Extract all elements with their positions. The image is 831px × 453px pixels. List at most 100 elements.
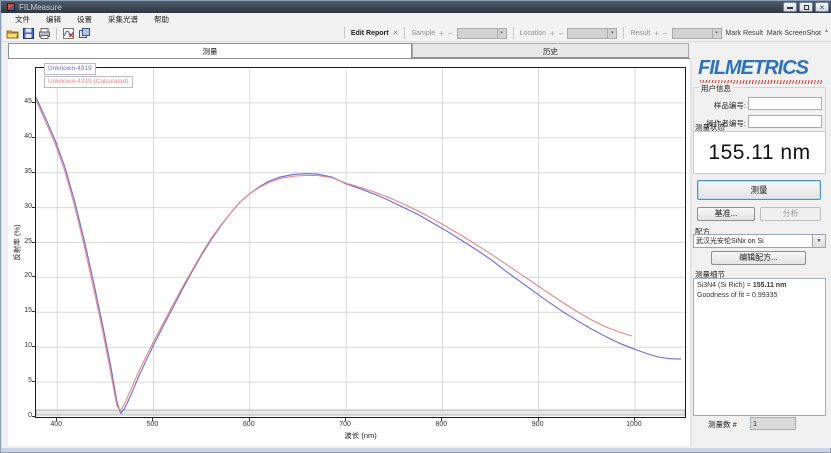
menu-item-settings[interactable]: 设置 [69,14,100,25]
result-remove-button[interactable]: − [663,29,668,38]
screenshot-icon[interactable] [78,27,91,40]
mark-screenshot-button[interactable]: Mark ScreenShot [767,30,821,37]
filmeasure-window: FILMeasure × 文件 编辑 设置 采集光谱 帮助 [0,0,831,453]
measurement-count-input[interactable] [750,417,796,430]
result-add-button[interactable]: + [654,29,659,38]
report-separator [404,27,405,39]
app-icon [7,3,15,11]
y-tick-label: 5 [14,377,32,384]
chevron-down-icon: ▾ [712,29,721,38]
y-tick-mark [32,381,35,382]
x-tick-label: 700 [330,421,360,428]
series-unknown-4319-calculated- [36,100,632,411]
x-tick-mark [249,418,250,421]
edit-report-button[interactable]: Edit Report [351,30,389,37]
recipe-select[interactable]: 武汉光安伦SiNx on Si ▼ [693,234,826,248]
title-bar: FILMeasure × [1,1,831,13]
close-icon: × [816,2,828,13]
y-tick-label: 10 [14,342,32,349]
print-icon[interactable] [38,27,51,40]
sample-remove-button[interactable]: − [448,29,453,38]
legend-entry: Unknown-4319 (Calculated) [44,76,133,88]
main-area: 测量 历史 Unknown-4319Unknown-4319 (Calculat… [2,42,831,448]
sample-add-button[interactable]: + [439,29,444,38]
control-panel: FILMETRICS 用户信息 样品编号: 操作者编号: 测量状态 155.11… [692,42,829,447]
y-tick-mark [32,102,35,103]
legend-entry: Unknown-4319 [44,63,96,75]
toolbar-separator [56,28,57,40]
y-tick-label: 15 [14,307,32,314]
edit-report-close-icon[interactable]: ✕ [393,29,399,37]
baseline-button[interactable]: 基准... [697,207,755,221]
x-tick-mark [345,418,346,421]
location-label: Location [520,30,546,37]
open-folder-icon[interactable] [6,27,19,40]
close-button[interactable]: × [815,2,829,12]
window-title: FILMeasure [19,3,62,12]
user-info-title: 用户信息 [699,83,733,94]
y-tick-mark [32,172,35,173]
x-tick-label: 900 [523,421,553,428]
measurement-count-label: 测量数 # [708,419,737,430]
tab-history[interactable]: 历史 [412,43,689,58]
report-toolbar: Edit Report ✕ Sample + − ▾ Location + − … [342,25,828,41]
x-tick-mark [441,418,442,421]
x-tick-label: 1000 [619,421,649,428]
x-tick-label: 400 [41,421,71,428]
details-line-thickness: Si3N4 (Si Rich) = 155.11 nm [697,281,822,291]
chart-legend: Unknown-4319Unknown-4319 (Calculated) [44,63,133,88]
report-separator [513,27,514,39]
result-select[interactable]: ▾ [672,28,722,39]
analyze-button[interactable]: 分析 [760,207,821,221]
y-tick-mark [32,416,35,417]
location-select[interactable]: ▾ [567,28,617,39]
details-line-gof: Goodness of fit = 0.99335 [697,291,822,301]
menu-item-edit[interactable]: 编辑 [38,14,69,25]
edit-recipe-button[interactable]: 编辑配方... [711,251,806,265]
location-remove-button[interactable]: − [559,29,564,38]
location-add-button[interactable]: + [550,29,555,38]
chart-scrollbar[interactable] [36,410,685,415]
menu-item-acquire-spectrum[interactable]: 采集光谱 [100,14,146,25]
menu-bar: 文件 编辑 设置 采集光谱 帮助 [2,13,831,25]
sample-label: Sample [411,30,435,37]
tab-measure[interactable]: 测量 [8,43,412,58]
operator-id-input[interactable] [748,115,822,128]
menu-item-help[interactable]: 帮助 [146,14,177,25]
y-tick-label: 30 [14,203,32,210]
y-tick-mark [32,137,35,138]
filmetrics-logo: FILMETRICS [698,57,808,80]
x-tick-mark [152,418,153,421]
plot-area [35,67,686,418]
save-icon[interactable] [22,27,35,40]
acquire-spectrum-icon[interactable] [62,27,75,40]
y-tick-label: 45 [14,98,32,105]
chevron-down-icon: ▾ [607,29,616,38]
sample-id-label: 样品编号: [696,100,746,111]
x-tick-mark [538,418,539,421]
thickness-value: 155.11 nm [708,141,810,165]
menu-item-file[interactable]: 文件 [7,14,38,25]
y-tick-mark [32,311,35,312]
y-tick-label: 25 [14,238,32,245]
result-label: Result [630,30,650,37]
sample-select[interactable]: ▾ [457,28,507,39]
toolbar-overflow-chevron-icon[interactable]: ▴ [825,27,828,34]
measure-button[interactable]: 测量 [697,180,821,200]
measure-details-box: Si3N4 (Si Rich) = 155.11 nm Goodness of … [693,278,826,416]
x-tick-label: 800 [426,421,456,428]
minimize-button[interactable] [783,2,797,12]
x-tick-mark [634,418,635,421]
y-tick-mark [32,242,35,243]
y-tick-label: 20 [14,272,32,279]
y-tick-label: 40 [14,133,32,140]
y-tick-mark [32,276,35,277]
x-axis-label: 波长 (nm) [35,430,686,441]
chevron-down-icon[interactable]: ▼ [812,235,825,247]
mark-result-button[interactable]: Mark Result [726,30,763,37]
report-separator [623,27,624,39]
spectrum-chart: Unknown-4319Unknown-4319 (Calculated) 波长… [8,58,690,446]
restore-button[interactable] [799,2,813,12]
x-tick-label: 600 [234,421,264,428]
sample-id-input[interactable] [748,97,822,110]
